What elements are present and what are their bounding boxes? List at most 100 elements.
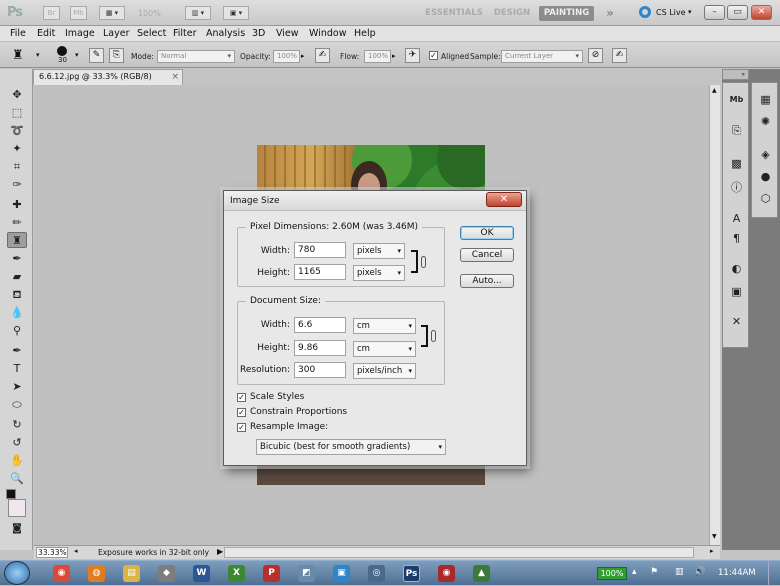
marquee-tool-icon[interactable]: ⬚ <box>7 105 27 121</box>
dodge-tool-icon[interactable]: ⚲ <box>7 323 27 339</box>
scroll-down-icon[interactable]: ▼ <box>712 533 717 540</box>
constrain-proportions-checkbox[interactable]: ✓ <box>237 408 246 417</box>
lasso-tool-icon[interactable]: ➰ <box>7 123 27 139</box>
doc-height-input[interactable]: 9.86 <box>294 340 346 356</box>
mini-bridge-panel-icon[interactable]: Mb <box>728 92 745 107</box>
opacity-slider-arrow-icon[interactable]: ▸ <box>301 52 305 60</box>
paths-panel-icon[interactable]: ⬡ <box>757 191 774 206</box>
workspace-painting[interactable]: PAINTING <box>539 6 594 21</box>
resolution-input[interactable]: 300 <box>294 362 346 378</box>
taskbar-excel-icon[interactable]: X <box>228 565 245 582</box>
workspace-essentials[interactable]: ESSENTIALS <box>418 6 490 21</box>
workspace-design[interactable]: DESIGN <box>492 6 532 21</box>
resample-image-checkbox[interactable]: ✓ <box>237 423 246 432</box>
color-panel-icon[interactable]: ▦ <box>757 92 774 107</box>
resample-method-select[interactable]: Bicubic (best for smooth gradients) ▾ <box>256 439 446 455</box>
eraser-tool-icon[interactable]: ▰ <box>7 269 27 285</box>
adjustments-panel-icon[interactable]: ✺ <box>757 114 774 129</box>
layers-panel-icon[interactable]: ◈ <box>757 147 774 162</box>
taskbar-powerpoint-icon[interactable]: P <box>263 565 280 582</box>
battery-indicator[interactable]: 100% <box>597 567 627 580</box>
menu-edit[interactable]: Edit <box>37 27 55 41</box>
brush-preset-icon[interactable] <box>57 46 67 56</box>
tray-network-icon[interactable]: ▥ <box>675 567 684 577</box>
vertical-scrollbar[interactable]: ▲ ▼ <box>709 85 720 545</box>
bridge-button[interactable]: Br <box>43 6 60 20</box>
taskbar-photoshop-icon[interactable]: Ps <box>403 565 420 582</box>
clone-stamp-tool-icon[interactable]: ♜ <box>7 232 27 248</box>
shape-tool-icon[interactable]: ⬭ <box>7 397 27 413</box>
taskbar-app2-icon[interactable]: ◩ <box>298 565 315 582</box>
navigator-panel-icon[interactable]: ▩ <box>728 156 745 171</box>
aligned-checkbox[interactable]: ✓ <box>429 51 438 60</box>
brush-panel-icon[interactable]: ✎ <box>89 48 104 63</box>
taskbar-word-icon[interactable]: W <box>193 565 210 582</box>
close-button[interactable]: ✕ <box>751 5 772 20</box>
taskbar-app-icon[interactable]: ◆ <box>158 565 175 582</box>
more-workspaces-icon[interactable]: » <box>602 6 618 21</box>
menu-select[interactable]: Select <box>137 27 166 41</box>
doc-height-unit-select[interactable]: cm ▾ <box>353 341 416 357</box>
minimize-button[interactable]: – <box>704 5 725 20</box>
info-panel-icon[interactable]: ⓘ <box>728 180 745 195</box>
show-desktop-button[interactable] <box>768 561 780 586</box>
hand-tool-icon[interactable]: ✋ <box>7 453 27 469</box>
menu-filter[interactable]: Filter <box>173 27 197 41</box>
clone-source-panel-icon[interactable]: ⎘ <box>109 48 124 63</box>
taskbar-app5-icon[interactable]: ◉ <box>438 565 455 582</box>
3d-rotate-tool-icon[interactable]: ↻ <box>7 417 27 433</box>
brush-picker-chevron-icon[interactable]: ▾ <box>75 51 79 59</box>
clone-source-panel-icon[interactable]: ⎘ <box>728 123 745 138</box>
mode-select[interactable]: Normal ▾ <box>157 50 235 63</box>
spot-healing-tool-icon[interactable]: ✚ <box>7 197 27 213</box>
move-tool-icon[interactable]: ✥ <box>7 87 27 103</box>
pen-tool-icon[interactable]: ✒ <box>7 343 27 359</box>
cs-live-chevron-icon[interactable]: ▾ <box>688 8 692 16</box>
crop-tool-icon[interactable]: ⌗ <box>7 159 27 175</box>
menu-help[interactable]: Help <box>354 27 376 41</box>
scroll-up-icon[interactable]: ▲ <box>712 87 717 94</box>
3d-panel-icon[interactable]: ✕ <box>728 314 745 329</box>
tray-volume-icon[interactable]: 🔊 <box>694 567 705 577</box>
taskbar-app6-icon[interactable]: ▲ <box>473 565 490 582</box>
sample-select[interactable]: Current Layer ▾ <box>501 50 583 63</box>
opacity-input[interactable]: 100% <box>273 50 300 63</box>
start-button[interactable] <box>4 561 30 585</box>
path-selection-tool-icon[interactable]: ➤ <box>7 379 27 395</box>
cs-live-label[interactable]: CS Live <box>656 8 686 17</box>
doc-width-unit-select[interactable]: cm ▾ <box>353 318 416 334</box>
taskbar-chrome-icon[interactable]: ◉ <box>53 565 70 582</box>
menu-analysis[interactable]: Analysis <box>206 27 245 41</box>
foreground-color-swatch[interactable] <box>6 489 16 499</box>
taskbar-firefox-icon[interactable]: ◍ <box>88 565 105 582</box>
eyedropper-tool-icon[interactable]: ✑ <box>7 177 27 193</box>
menu-3d[interactable]: 3D <box>252 27 265 41</box>
zoom-level-dropdown[interactable]: 100% <box>138 9 161 18</box>
quick-selection-tool-icon[interactable]: ✦ <box>7 141 27 157</box>
pressure-opacity-icon[interactable]: ✍ <box>315 48 330 63</box>
background-color-swatch[interactable] <box>8 499 26 517</box>
character-panel-icon[interactable]: A <box>728 211 745 226</box>
type-tool-icon[interactable]: T <box>7 361 27 377</box>
scroll-right-icon[interactable]: ▸ <box>710 547 714 555</box>
tray-arrow-icon[interactable]: ▴ <box>632 567 637 577</box>
dialog-close-button[interactable]: ✕ <box>486 192 522 207</box>
document-close-icon[interactable]: × <box>171 70 179 84</box>
taskbar-explorer-icon[interactable]: ▤ <box>123 565 140 582</box>
resolution-unit-select[interactable]: pixels/inch ▾ <box>353 363 416 379</box>
screen-mode-icon[interactable]: ▣ ▾ <box>223 6 249 20</box>
view-extras-icon[interactable]: ▦ ▾ <box>99 6 125 20</box>
flow-input[interactable]: 100% <box>364 50 391 63</box>
tool-presets-panel-icon[interactable]: ▣ <box>728 284 745 299</box>
menu-image[interactable]: Image <box>65 27 95 41</box>
paint-bucket-tool-icon[interactable]: ⛾ <box>7 287 27 303</box>
ignore-adjustment-layers-icon[interactable]: ⊘ <box>588 48 603 63</box>
taskbar-app3-icon[interactable]: ▣ <box>333 565 350 582</box>
channels-panel-icon[interactable]: ● <box>757 169 774 184</box>
dock-collapse-icon[interactable]: » <box>722 69 749 80</box>
scroll-left-icon[interactable]: ◂ <box>74 547 78 555</box>
cancel-button[interactable]: Cancel <box>460 248 514 262</box>
document-tab[interactable]: 6.6.12.jpg @ 33.3% (RGB/8) × <box>33 69 183 85</box>
height-input[interactable]: 1165 <box>294 264 346 280</box>
brush-presets-panel-icon[interactable]: ◐ <box>728 261 745 276</box>
